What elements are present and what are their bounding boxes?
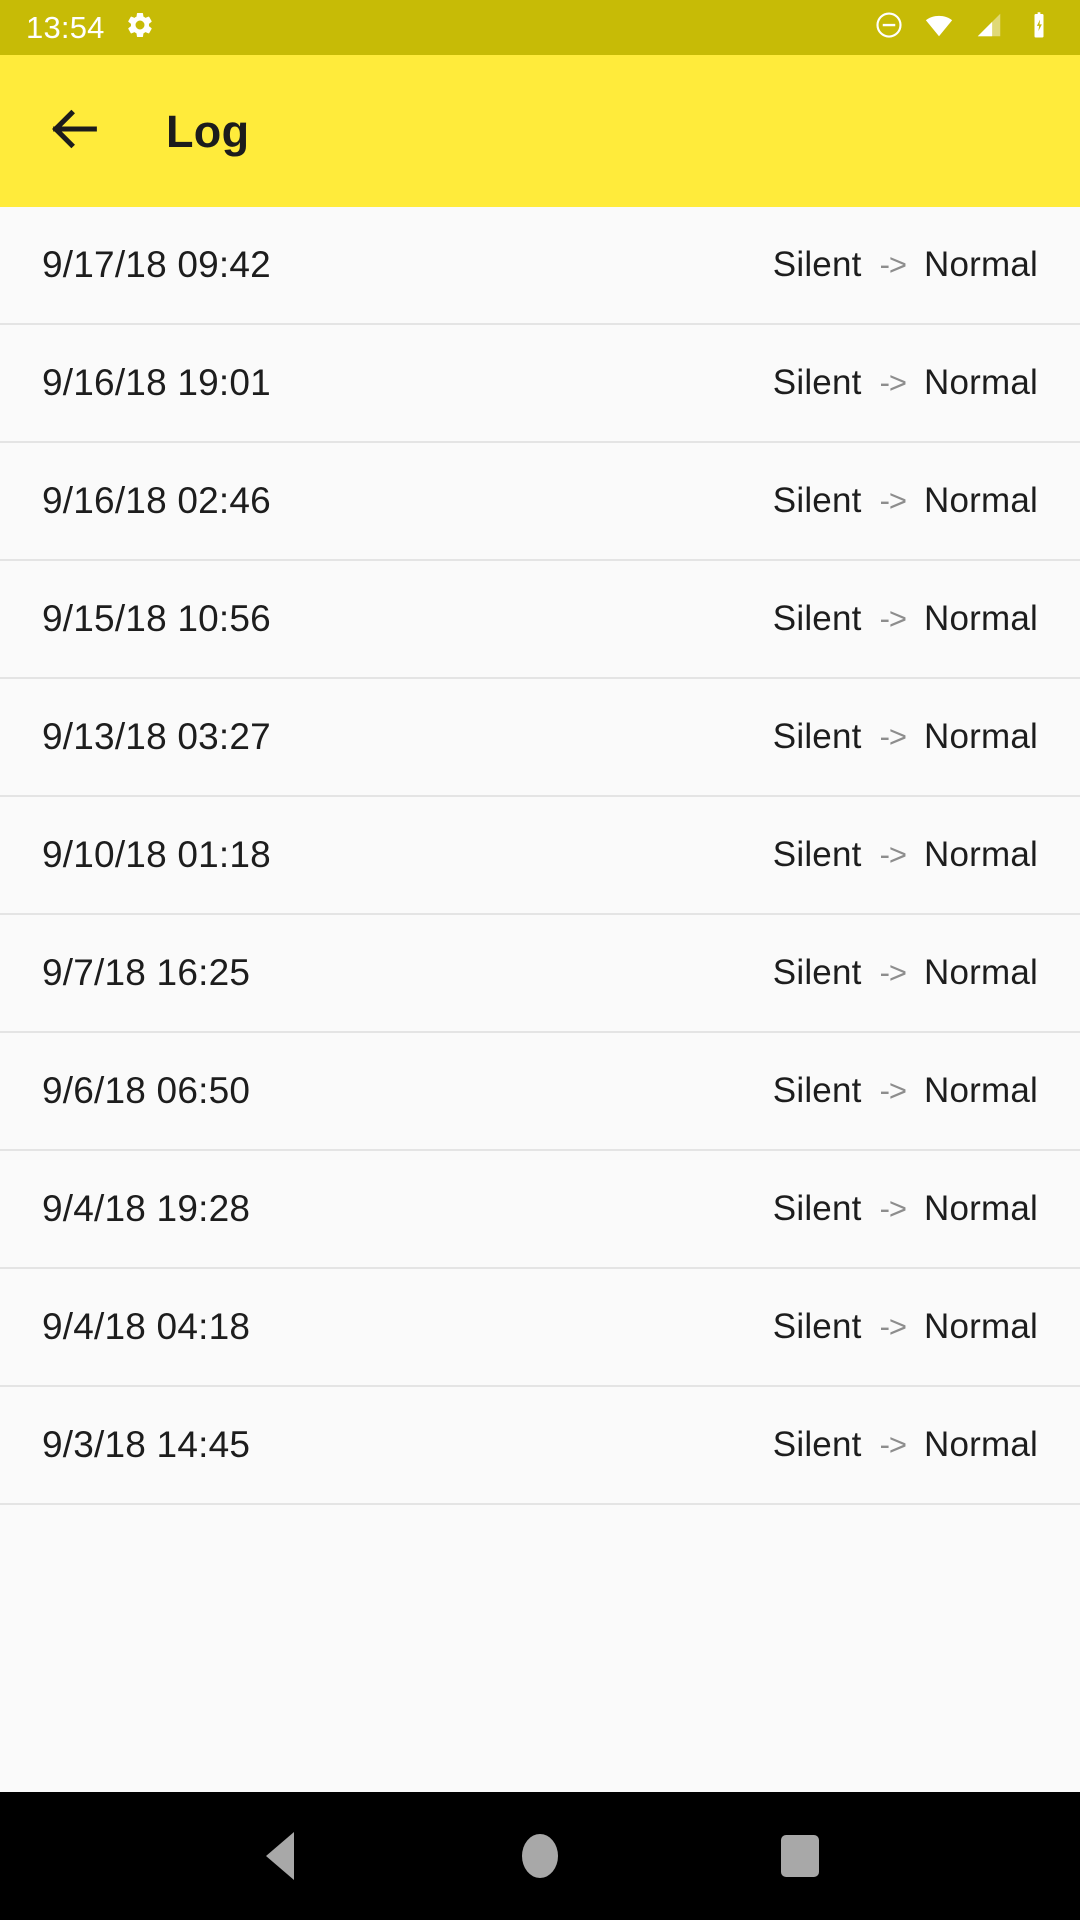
do-not-disturb-icon (874, 10, 904, 45)
home-nav-icon[interactable] (492, 1808, 588, 1904)
log-row-transition: Silent -> Normal (773, 1071, 1038, 1111)
transition-arrow-icon: -> (879, 1427, 907, 1462)
log-row-from-mode: Silent (772, 835, 862, 874)
settings-gear-icon (125, 10, 155, 45)
log-row[interactable]: 9/16/18 19:01 Silent -> Normal (0, 325, 1080, 443)
log-row-to-mode: Normal (924, 363, 1038, 402)
back-nav-icon[interactable] (232, 1808, 328, 1904)
log-row[interactable]: 9/10/18 01:18 Silent -> Normal (0, 797, 1080, 915)
transition-arrow-icon: -> (879, 247, 907, 282)
transition-arrow-icon: -> (879, 1191, 907, 1226)
log-row[interactable]: 9/7/18 16:25 Silent -> Normal (0, 915, 1080, 1033)
log-row-datetime: 9/6/18 06:50 (42, 1070, 251, 1111)
log-row-transition: Silent -> Normal (773, 1307, 1038, 1347)
log-row-datetime: 9/17/18 09:42 (42, 244, 271, 285)
home-circle-glyph (522, 1834, 558, 1878)
log-row[interactable]: 9/17/18 09:42 Silent -> Normal (0, 207, 1080, 325)
log-list[interactable]: 9/17/18 09:42 Silent -> Normal 9/16/18 19:01… (0, 207, 1080, 1792)
status-bar: 13:54 (0, 0, 1080, 55)
transition-arrow-icon: -> (879, 1309, 907, 1344)
log-row-from-mode: Silent (772, 1189, 862, 1228)
battery-charging-icon (1024, 10, 1054, 45)
transition-arrow-icon: -> (879, 719, 907, 754)
log-row-transition: Silent -> Normal (773, 1425, 1038, 1465)
log-row-transition: Silent -> Normal (773, 717, 1038, 757)
log-row-from-mode: Silent (772, 599, 862, 638)
wifi-icon (924, 10, 954, 45)
log-row-to-mode: Normal (924, 245, 1038, 284)
log-row-to-mode: Normal (924, 599, 1038, 638)
log-row-from-mode: Silent (772, 363, 862, 402)
back-button[interactable] (40, 96, 110, 166)
log-row[interactable]: 9/13/18 03:27 Silent -> Normal (0, 679, 1080, 797)
status-bar-right (874, 10, 1054, 45)
log-row-to-mode: Normal (924, 953, 1038, 992)
recents-square-glyph (781, 1835, 819, 1877)
log-row-transition: Silent -> Normal (773, 245, 1038, 285)
status-bar-clock: 13:54 (26, 10, 105, 45)
log-row[interactable]: 9/6/18 06:50 Silent -> Normal (0, 1033, 1080, 1151)
log-row-from-mode: Silent (772, 1425, 862, 1464)
log-row-datetime: 9/4/18 04:18 (42, 1306, 251, 1347)
log-row-from-mode: Silent (772, 953, 862, 992)
phone-screen: 13:54 Log 9/17/18 09:42 Silent -> Normal… (0, 0, 1080, 1920)
back-triangle-glyph (266, 1832, 294, 1880)
recents-nav-icon[interactable] (752, 1808, 848, 1904)
log-row[interactable]: 9/15/18 10:56 Silent -> Normal (0, 561, 1080, 679)
log-row-from-mode: Silent (772, 1071, 862, 1110)
log-row-from-mode: Silent (772, 717, 862, 756)
transition-arrow-icon: -> (879, 1073, 907, 1108)
log-row-from-mode: Silent (772, 481, 862, 520)
transition-arrow-icon: -> (879, 837, 907, 872)
log-row-transition: Silent -> Normal (773, 363, 1038, 403)
cellular-signal-icon (974, 10, 1004, 45)
log-row-to-mode: Normal (924, 1425, 1038, 1464)
log-row[interactable]: 9/3/18 14:45 Silent -> Normal (0, 1387, 1080, 1505)
log-row-datetime: 9/13/18 03:27 (42, 716, 271, 757)
log-row-to-mode: Normal (924, 1071, 1038, 1110)
log-row-datetime: 9/7/18 16:25 (42, 952, 251, 993)
log-row-datetime: 9/16/18 19:01 (42, 362, 271, 403)
transition-arrow-icon: -> (879, 955, 907, 990)
log-row-datetime: 9/15/18 10:56 (42, 598, 271, 639)
log-row-datetime: 9/3/18 14:45 (42, 1424, 251, 1465)
log-row[interactable]: 9/4/18 19:28 Silent -> Normal (0, 1151, 1080, 1269)
log-row-from-mode: Silent (772, 1307, 862, 1346)
arrow-left-icon (46, 100, 104, 163)
log-row-to-mode: Normal (924, 1307, 1038, 1346)
status-bar-left: 13:54 (26, 10, 155, 45)
log-row-transition: Silent -> Normal (773, 953, 1038, 993)
transition-arrow-icon: -> (879, 483, 907, 518)
log-row-datetime: 9/16/18 02:46 (42, 480, 271, 521)
log-row-to-mode: Normal (924, 835, 1038, 874)
log-row-from-mode: Silent (772, 245, 862, 284)
log-row-datetime: 9/4/18 19:28 (42, 1188, 251, 1229)
log-row[interactable]: 9/16/18 02:46 Silent -> Normal (0, 443, 1080, 561)
log-row-to-mode: Normal (924, 481, 1038, 520)
log-row-transition: Silent -> Normal (773, 835, 1038, 875)
system-navigation-bar (0, 1792, 1080, 1920)
log-row[interactable]: 9/4/18 04:18 Silent -> Normal (0, 1269, 1080, 1387)
log-row-transition: Silent -> Normal (773, 599, 1038, 639)
log-row-datetime: 9/10/18 01:18 (42, 834, 271, 875)
page-title: Log (166, 105, 250, 157)
log-row-to-mode: Normal (924, 717, 1038, 756)
log-row-transition: Silent -> Normal (773, 1189, 1038, 1229)
app-bar: Log (0, 55, 1080, 207)
transition-arrow-icon: -> (879, 601, 907, 636)
transition-arrow-icon: -> (879, 365, 907, 400)
log-row-to-mode: Normal (924, 1189, 1038, 1228)
log-row-transition: Silent -> Normal (773, 481, 1038, 521)
